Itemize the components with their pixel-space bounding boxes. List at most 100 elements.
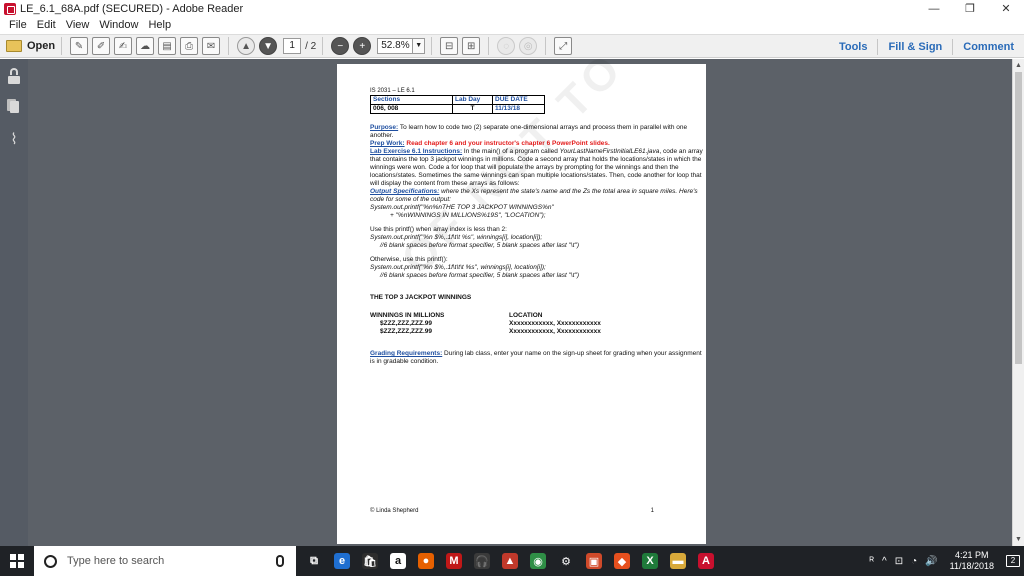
- taskbar-app-mcafee[interactable]: M: [440, 546, 468, 576]
- table-cell-sections: 006, 008: [370, 104, 453, 114]
- fill-sign-link[interactable]: Fill & Sign: [878, 41, 952, 53]
- acrobat-icon: A: [698, 553, 714, 569]
- taskbar-app-edge[interactable]: e: [328, 546, 356, 576]
- sign-icon[interactable]: ✍: [114, 37, 133, 55]
- amazon-icon: a: [390, 553, 406, 569]
- windows-taskbar: Type here to search ⧉ e 🛍 a ● M 🎧 ▲ ◉ ⚙ ▣ ◆ X ▬ A ᴿ ^ …: [0, 546, 1024, 576]
- menu-edit[interactable]: Edit: [32, 19, 61, 31]
- output-row: $ZZZ,ZZZ,ZZZ.99 Xxxxxxxxxxxx, Xxxxxxxxxx…: [370, 328, 706, 336]
- page-footer: © Linda Shepherd 1: [370, 507, 654, 515]
- zoom-out-icon[interactable]: −: [331, 37, 350, 55]
- fit-page-icon[interactable]: ⊞: [462, 37, 481, 55]
- title-bar: LE_6.1_68A.pdf (SECURED) - Adobe Reader …: [0, 0, 1024, 17]
- toolbar-divider: [61, 37, 63, 55]
- zoom-dropdown-icon[interactable]: ▼: [413, 38, 426, 54]
- show-hidden-icons-icon[interactable]: ^: [878, 556, 891, 567]
- taskbar-app-store[interactable]: 🛍: [356, 546, 384, 576]
- file-explorer-icon: ▬: [670, 553, 686, 569]
- firefox-icon: ●: [418, 553, 434, 569]
- taskbar-clock[interactable]: 4:21 PM 11/18/2018: [942, 550, 1002, 572]
- taskbar-app-amazon[interactable]: a: [384, 546, 412, 576]
- scroll-up-icon[interactable]: ▲: [1013, 60, 1024, 71]
- minimize-button[interactable]: —: [916, 0, 952, 17]
- previous-page-icon[interactable]: ▲: [237, 37, 256, 55]
- zoom-level-input[interactable]: 52.8%: [377, 38, 414, 54]
- task-view-icon: ⧉: [306, 553, 322, 569]
- next-page-icon[interactable]: ▼: [259, 37, 278, 55]
- toolbar-divider: [228, 37, 230, 55]
- create-pdf-icon[interactable]: ✎: [70, 37, 89, 55]
- taskbar-app-firefox[interactable]: ●: [412, 546, 440, 576]
- toolbar-right-links: Tools Fill & Sign Comment: [829, 35, 1024, 58]
- code-block-1: System.out.printf("%n%nTHE TOP 3 JACKPOT…: [370, 204, 706, 220]
- menu-view[interactable]: View: [61, 19, 95, 31]
- folder-icon: [6, 40, 22, 52]
- fit-width-icon[interactable]: ⊟: [440, 37, 459, 55]
- taskbar-app-excel[interactable]: X: [636, 546, 664, 576]
- taskbar-app-file-explorer[interactable]: ▬: [664, 546, 692, 576]
- grading-paragraph: Grading Requirements: During lab class, …: [370, 350, 706, 366]
- taskbar-search-box[interactable]: Type here to search: [34, 546, 296, 576]
- page-number-input[interactable]: 1: [283, 38, 302, 54]
- table-header-lab-day: Lab Day: [452, 95, 493, 105]
- document-viewer[interactable]: OF NOT TO POST IS 2031 – LE 6.1 Sections…: [28, 59, 1012, 546]
- cloud-upload-icon[interactable]: ☁: [136, 37, 155, 55]
- zoom-in-icon[interactable]: +: [353, 37, 372, 55]
- excel-icon: X: [642, 553, 658, 569]
- tools-link[interactable]: Tools: [829, 41, 878, 53]
- scroll-thumb[interactable]: [1015, 72, 1022, 364]
- toolbar-divider: [322, 37, 324, 55]
- table-cell-lab-day: T: [452, 104, 493, 114]
- edit-pdf-icon[interactable]: ✐: [92, 37, 111, 55]
- start-button[interactable]: [0, 546, 34, 576]
- taskbar-app-headphones[interactable]: 🎧: [468, 546, 496, 576]
- email-icon[interactable]: ✉: [202, 37, 221, 55]
- toolbar-divider: [545, 37, 547, 55]
- action-center-button[interactable]: 2: [1002, 546, 1024, 576]
- print-icon[interactable]: ⎙: [180, 37, 199, 55]
- mcafee-icon: M: [446, 553, 462, 569]
- office-icon: ◆: [614, 553, 630, 569]
- clock-time: 4:21 PM: [955, 550, 989, 560]
- scroll-down-icon[interactable]: ▼: [1013, 534, 1024, 545]
- windows-logo-icon: [10, 554, 24, 568]
- taskbar-app-task-view[interactable]: ⧉: [300, 546, 328, 576]
- microphone-icon[interactable]: [276, 555, 284, 567]
- store-icon: 🛍: [362, 553, 378, 569]
- security-lock-icon[interactable]: [7, 68, 21, 84]
- settings-icon: ⚙: [558, 553, 574, 569]
- save-icon[interactable]: ▤: [158, 37, 177, 55]
- taskbar-app-paint[interactable]: ▲: [496, 546, 524, 576]
- taskbar-app-photos[interactable]: ▣: [580, 546, 608, 576]
- close-button[interactable]: ✕: [988, 0, 1024, 17]
- open-button[interactable]: Open: [6, 37, 55, 55]
- output-col2-header: LOCATION: [509, 312, 543, 319]
- comment-link[interactable]: Comment: [953, 41, 1024, 53]
- output-col1-header: WINNINGS IN MILLIONS: [370, 312, 445, 319]
- highlight-icon[interactable]: ◎: [519, 37, 538, 55]
- volume-icon[interactable]: 🔊: [921, 556, 941, 567]
- taskbar-app-office[interactable]: ◆: [608, 546, 636, 576]
- taskbar-apps: ⧉ e 🛍 a ● M 🎧 ▲ ◉ ⚙ ▣ ◆ X ▬ A: [300, 546, 720, 576]
- open-label: Open: [27, 40, 56, 52]
- fullscreen-icon[interactable]: ⤢: [554, 37, 573, 55]
- restore-button[interactable]: ❐: [952, 0, 988, 17]
- taskbar-app-settings[interactable]: ⚙: [552, 546, 580, 576]
- vertical-scrollbar[interactable]: ▲ ▼: [1012, 59, 1024, 546]
- network-icon[interactable]: ⊡: [891, 556, 907, 567]
- taskbar-app-acrobat[interactable]: A: [692, 546, 720, 576]
- toolbar-divider: [488, 37, 490, 55]
- menu-help[interactable]: Help: [143, 19, 176, 31]
- chrome-icon: ◉: [530, 553, 546, 569]
- page-thumbnails-icon[interactable]: [7, 99, 21, 115]
- photos-icon: ▣: [586, 553, 602, 569]
- comment-bubble-icon[interactable]: ◌: [497, 37, 516, 55]
- menu-window[interactable]: Window: [94, 19, 143, 31]
- toolbar: Open ✎ ✐ ✍ ☁ ▤ ⎙ ✉ ▲ ▼ 1 / 2 − + 52.8% ▼…: [0, 34, 1024, 58]
- menu-file[interactable]: File: [4, 19, 32, 31]
- taskbar-app-chrome[interactable]: ◉: [524, 546, 552, 576]
- window-controls: — ❐ ✕: [916, 0, 1024, 17]
- people-icon[interactable]: ᴿ: [866, 556, 879, 567]
- wifi-icon[interactable]: ◔: [907, 556, 921, 567]
- attachments-paperclip-icon[interactable]: ⌇: [7, 132, 21, 148]
